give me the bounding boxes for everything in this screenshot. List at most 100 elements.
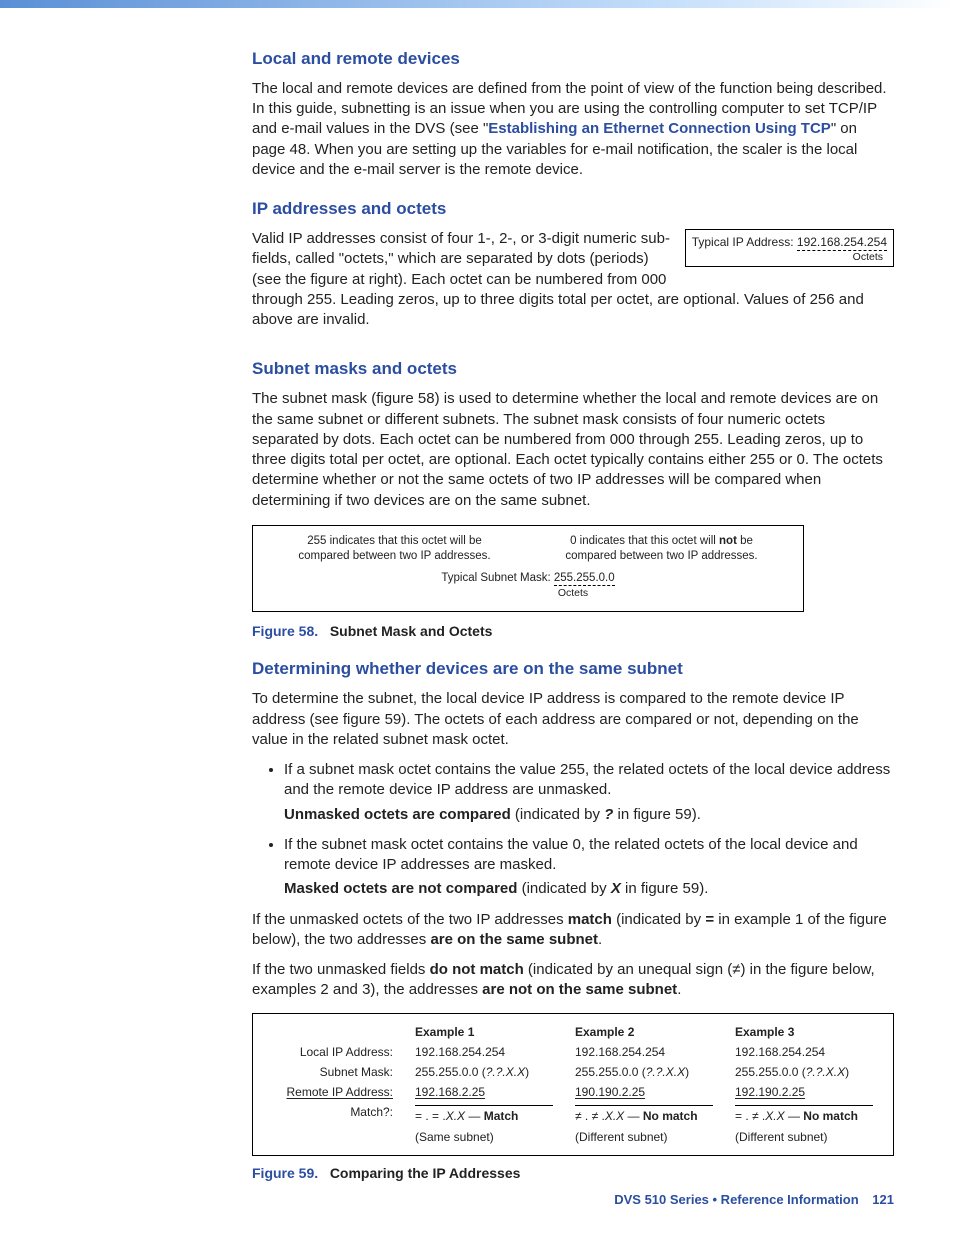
text-bold: do not match xyxy=(430,961,524,978)
text: ) xyxy=(525,1065,529,1079)
text: 0 indicates that this octet will xyxy=(570,535,719,547)
text-italic: ?.?.X.X xyxy=(806,1065,845,1079)
ex3-local: 192.168.254.254 xyxy=(735,1044,873,1060)
text: If the unmasked octets of the two IP add… xyxy=(252,911,568,928)
page-footer: DVS 510 Series • Reference Information 1… xyxy=(614,1192,894,1207)
text: compared between two IP addresses. xyxy=(298,550,490,562)
mask-value: 255.255.0.0 xyxy=(554,572,615,586)
text: ) xyxy=(845,1065,849,1079)
text-bold: not xyxy=(719,535,737,547)
fig-title: Subnet Mask and Octets xyxy=(330,623,493,639)
text-italic: X.X xyxy=(605,1109,624,1123)
text: — xyxy=(465,1109,484,1123)
text-bold: are not on the same subnet xyxy=(482,981,677,998)
text: compared between two IP addresses. xyxy=(565,550,757,562)
ip-box-value: 192.168.254.254 xyxy=(797,235,887,251)
heading-determining-subnet: Determining whether devices are on the s… xyxy=(252,658,894,681)
text-bold: No match xyxy=(643,1109,698,1123)
ex3-outcome: (Different subnet) xyxy=(735,1129,873,1145)
figure-59-box: Example 1 Example 2 Example 3 Local IP A… xyxy=(252,1013,894,1156)
text: — xyxy=(785,1109,804,1123)
footer-series: DVS 510 Series • Reference Information xyxy=(614,1192,858,1207)
text: . xyxy=(598,931,602,948)
typical-ip-box: Typical IP Address: 192.168.254.254 Octe… xyxy=(685,229,894,267)
text: . xyxy=(677,981,681,998)
bullet-unmasked: If a subnet mask octet contains the valu… xyxy=(284,760,894,825)
ex2-remote: 190.190.2.25 xyxy=(575,1084,713,1100)
row-local-label: Local IP Address: xyxy=(263,1044,393,1060)
text-bold: No match xyxy=(803,1109,858,1123)
fig-num: Figure 59. xyxy=(252,1165,318,1181)
bullet-list: If a subnet mask octet contains the valu… xyxy=(252,760,894,900)
ip-box-label: Typical IP Address: xyxy=(692,235,794,249)
text: be xyxy=(737,535,753,547)
text-italic: ?.?.X.X xyxy=(646,1065,685,1079)
text: If a subnet mask octet contains the valu… xyxy=(284,761,890,798)
text: (indicated by xyxy=(517,880,610,897)
row-remote-label: Remote IP Address: xyxy=(263,1084,393,1100)
figure-59-caption: Figure 59. Comparing the IP Addresses xyxy=(252,1164,894,1183)
ip-box-sublabel: Octets xyxy=(692,250,887,264)
text: 255.255.0.0 ( xyxy=(575,1065,646,1079)
mask-note-0: 0 indicates that this octet will not be … xyxy=(540,534,783,565)
ex1-remote: 192.168.2.25 xyxy=(415,1084,553,1100)
heading-ip-addresses: IP addresses and octets xyxy=(252,198,894,221)
mask-label: Typical Subnet Mask: xyxy=(441,572,550,584)
text-italic: X.X xyxy=(446,1109,465,1123)
ex2-header: Example 2 xyxy=(575,1024,713,1040)
text: 255.255.0.0 ( xyxy=(735,1065,806,1079)
header-accent-bar xyxy=(0,0,954,8)
text: If the two unmasked fields xyxy=(252,961,430,978)
text: = . ≠ . xyxy=(735,1109,765,1123)
para-nomatch: If the two unmasked fields do not match … xyxy=(252,960,894,1001)
text: ) xyxy=(685,1065,689,1079)
text-bold: Masked octets are not compared xyxy=(284,880,517,897)
para-subnet-masks: The subnet mask (figure 58) is used to d… xyxy=(252,389,894,511)
ex2-outcome: (Different subnet) xyxy=(575,1129,713,1145)
text-q: ? xyxy=(604,806,613,823)
text-italic: ?.?.X.X xyxy=(486,1065,525,1079)
text-bold: match xyxy=(568,911,612,928)
text-bold: = xyxy=(705,911,714,928)
ex3-match: = . ≠ .X.X — No match xyxy=(735,1105,873,1124)
subnet-mask-box: 255 indicates that this octet will be co… xyxy=(252,525,804,612)
mask-note-255: 255 indicates that this octet will be co… xyxy=(273,534,516,565)
text-bold: are on the same subnet xyxy=(430,931,598,948)
fig-title: Comparing the IP Addresses xyxy=(330,1165,521,1181)
ex1-mask: 255.255.0.0 (?.?.X.X) xyxy=(415,1064,553,1080)
ex3-remote: 192.190.2.25 xyxy=(735,1084,873,1100)
ex2-local: 192.168.254.254 xyxy=(575,1044,713,1060)
fig-num: Figure 58. xyxy=(252,623,318,639)
text-bold: Match xyxy=(484,1109,519,1123)
row-mask-label: Subnet Mask: xyxy=(263,1064,393,1080)
text: ≠ . ≠ . xyxy=(575,1109,605,1123)
text: 255.255.0.0 ( xyxy=(415,1065,486,1079)
link-establishing-ethernet[interactable]: Establishing an Ethernet Connection Usin… xyxy=(488,120,831,137)
text: (indicated by xyxy=(511,806,604,823)
text: in figure 59). xyxy=(621,880,709,897)
text-bold: Unmasked octets are compared xyxy=(284,806,511,823)
text-x: X xyxy=(611,880,621,897)
ex3-header: Example 3 xyxy=(735,1024,873,1040)
para-local-remote: The local and remote devices are defined… xyxy=(252,79,894,180)
ex3-mask: 255.255.0.0 (?.?.X.X) xyxy=(735,1064,873,1080)
para-determining-intro: To determine the subnet, the local devic… xyxy=(252,689,894,750)
text: (indicated by xyxy=(612,911,705,928)
document-page: Local and remote devices The local and r… xyxy=(0,0,954,1235)
heading-local-remote: Local and remote devices xyxy=(252,48,894,71)
ex1-header: Example 1 xyxy=(415,1024,553,1040)
figure-58-caption: Figure 58. Subnet Mask and Octets xyxy=(252,622,894,641)
mask-value-row: Typical Subnet Mask: 255.255.0.0 xyxy=(273,571,783,587)
ex1-outcome: (Same subnet) xyxy=(415,1129,553,1145)
text: If the subnet mask octet contains the va… xyxy=(284,836,858,873)
text: in figure 59). xyxy=(613,806,701,823)
text: 255 indicates that this octet will be xyxy=(307,535,482,547)
heading-subnet-masks: Subnet masks and octets xyxy=(252,358,894,381)
ex2-mask: 255.255.0.0 (?.?.X.X) xyxy=(575,1064,713,1080)
row-match-label: Match?: xyxy=(263,1104,393,1124)
ex2-match: ≠ . ≠ .X.X — No match xyxy=(575,1105,713,1124)
footer-page-number: 121 xyxy=(872,1192,894,1207)
text-italic: X.X xyxy=(765,1109,784,1123)
ex1-local: 192.168.254.254 xyxy=(415,1044,553,1060)
ex1-match: = . = .X.X — Match xyxy=(415,1105,553,1124)
